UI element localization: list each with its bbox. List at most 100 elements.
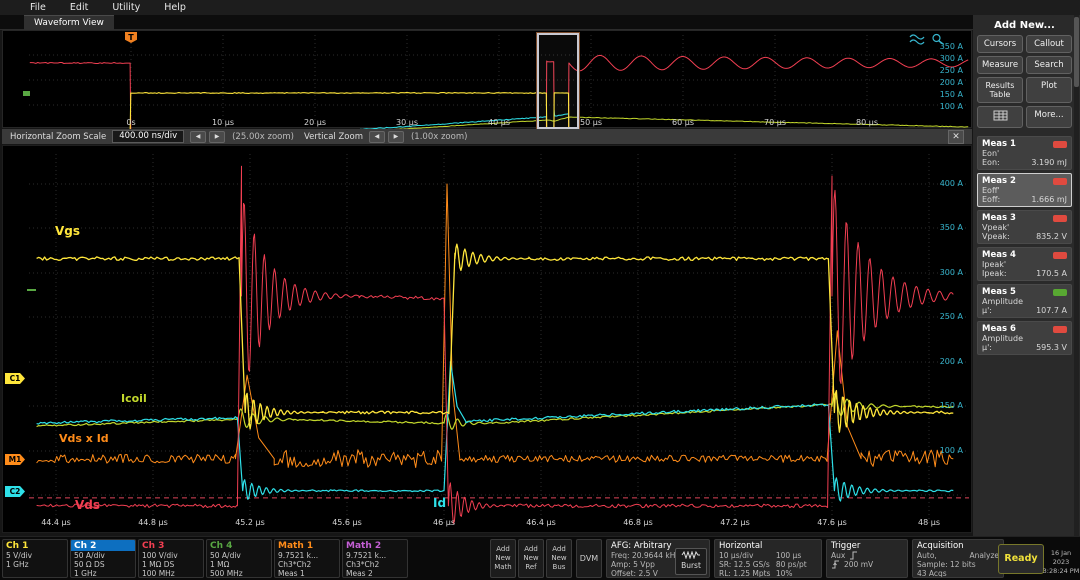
ch4-ground-marker xyxy=(27,289,36,291)
ready-status-button[interactable]: Ready xyxy=(998,544,1044,574)
add-new-ref-button[interactable]: AddNewRef xyxy=(518,539,544,578)
rising-edge-icon xyxy=(831,560,840,569)
ch1-bandwidth: 1 GHz xyxy=(3,560,67,569)
menu-edit[interactable]: Edit xyxy=(70,2,88,13)
mask-tool-button[interactable] xyxy=(977,106,1023,128)
results-table-button[interactable]: Results Table xyxy=(977,77,1023,103)
ch1-scale: 5 V/div xyxy=(3,551,67,560)
tick-label: 200 A xyxy=(919,78,963,87)
ch4-bandwidth: 500 MHz xyxy=(207,569,271,578)
ch1-ground-marker[interactable]: C1 xyxy=(5,373,25,384)
ch3-scale: 100 V/div xyxy=(139,551,203,560)
meas2-name: Eoff: xyxy=(982,195,1000,204)
tick-label: 350 A xyxy=(919,42,963,51)
search-button[interactable]: Search xyxy=(1026,56,1072,74)
measurement-list: Meas 1 Eon' Eon:3.190 mJ Meas 2 Eoff' Eo… xyxy=(977,136,1072,355)
tick-label: 200 A xyxy=(919,357,963,366)
sidebar-scrollbar[interactable] xyxy=(1074,15,1079,536)
channel-badge-ch1[interactable]: Ch 1 5 V/div 1 GHz xyxy=(2,539,68,578)
meas3-line1: Vpeak' xyxy=(982,223,1067,232)
h-resolution: 80 ps/pt xyxy=(776,560,817,569)
ch2-termination: 50 Ω DS xyxy=(71,560,135,569)
meas3-value: 835.2 V xyxy=(1036,232,1067,241)
meas3-label: Meas 3 xyxy=(982,213,1016,223)
meas2-label: Meas 2 xyxy=(982,176,1016,186)
ch1-label: Ch 1 xyxy=(3,540,67,551)
tick-label: 70 µs xyxy=(764,118,786,127)
meas4-name: Ipeak: xyxy=(982,269,1007,278)
more-button[interactable]: More... xyxy=(1026,106,1072,128)
zoom-scale-title: Horizontal Zoom Scale xyxy=(10,132,106,142)
afg-panel[interactable]: AFG: Arbitrary Freq: 20.9644 kHz Amp: 5 … xyxy=(606,539,710,578)
acquisition-mode: Auto, xyxy=(917,551,937,560)
trigger-panel[interactable]: Trigger Aux 200 mV xyxy=(826,539,908,578)
trace-label-id: Id xyxy=(433,496,446,510)
meas3-name: Vpeak: xyxy=(982,232,1010,241)
tick-label: 100 A xyxy=(919,102,963,111)
ch2-bandwidth: 1 GHz xyxy=(71,569,135,578)
menu-utility[interactable]: Utility xyxy=(112,2,140,13)
channel-badge-ch4[interactable]: Ch 4 50 A/div 1 MΩ 500 MHz xyxy=(206,539,272,578)
tick-label: 300 A xyxy=(919,54,963,63)
main-zoom-plot[interactable]: Vgs Icoil Vds x Id Vds Id C1 M1 C2 44.4 … xyxy=(2,145,972,533)
channel-badge-ch2[interactable]: Ch 2 50 A/div 50 Ω DS 1 GHz xyxy=(70,539,136,578)
callout-button[interactable]: Callout xyxy=(1026,35,1072,53)
ch2-ground-marker[interactable]: C2 xyxy=(5,486,25,497)
meas5-source-chip xyxy=(1053,289,1067,296)
math1-ground-marker[interactable]: M1 xyxy=(5,454,25,465)
trigger-source: Aux xyxy=(831,551,845,560)
vzoom-increase-button[interactable]: ▶ xyxy=(388,131,404,143)
add-new-math-button[interactable]: AddNewMath xyxy=(490,539,516,578)
add-new-button-grid: Cursors Callout Measure Search Results T… xyxy=(977,35,1072,128)
overview-plot[interactable]: T 0s10 µs20 µs30 µs40 µs50 µs60 µs70 µs8… xyxy=(2,30,972,128)
tick-label: 80 µs xyxy=(856,118,878,127)
menu-help[interactable]: Help xyxy=(164,2,186,13)
vzoom-decrease-button[interactable]: ◀ xyxy=(369,131,385,143)
measurement-badge-meas5[interactable]: Meas 5 Amplitude µ':107.7 A xyxy=(977,284,1072,318)
ch4-termination: 1 MΩ xyxy=(207,560,271,569)
dvm-button[interactable]: DVM xyxy=(576,539,602,578)
tab-strip: Waveform View xyxy=(0,15,973,30)
meas6-value: 595.3 V xyxy=(1036,343,1067,352)
tick-label: 30 µs xyxy=(396,118,418,127)
tick-label: 60 µs xyxy=(672,118,694,127)
meas5-label: Meas 5 xyxy=(982,287,1016,297)
measurement-badge-meas1[interactable]: Meas 1 Eon' Eon:3.190 mJ xyxy=(977,136,1072,170)
burst-button[interactable]: Burst xyxy=(675,548,707,575)
hzoom-scale-value[interactable]: 400.00 ns/div xyxy=(112,130,184,143)
math-badge-math2[interactable]: Math 2 9.7521 k... Ch3*Ch2 Meas 2 xyxy=(342,539,408,578)
measurement-badge-meas6[interactable]: Meas 6 Amplitude µ':595.3 V xyxy=(977,321,1072,355)
add-new-bus-button[interactable]: AddNewBus xyxy=(546,539,572,578)
hzoom-decrease-button[interactable]: ◀ xyxy=(190,131,206,143)
math1-scale: 9.7521 k... xyxy=(275,551,339,560)
math-badge-math1[interactable]: Math 1 9.7521 k... Ch3*Ch2 Meas 1 xyxy=(274,539,340,578)
close-icon[interactable]: ✕ xyxy=(948,130,964,144)
scrollbar-thumb[interactable] xyxy=(1074,17,1079,87)
meas6-line1: Amplitude xyxy=(982,334,1067,343)
zoom-selection-box[interactable] xyxy=(537,33,579,129)
measure-button[interactable]: Measure xyxy=(977,56,1023,74)
tab-waveform-view[interactable]: Waveform View xyxy=(24,15,114,30)
tick-label: 250 A xyxy=(919,312,963,321)
measurement-badge-meas4[interactable]: Meas 4 Ipeak' Ipeak:170.5 A xyxy=(977,247,1072,281)
acquisition-panel[interactable]: Acquisition Auto, Analyze Sample: 12 bit… xyxy=(912,539,1004,578)
math2-expression: Ch3*Ch2 xyxy=(343,560,407,569)
cursors-button[interactable]: Cursors xyxy=(977,35,1023,53)
measurement-badge-meas3[interactable]: Meas 3 Vpeak' Vpeak: 835.2 V xyxy=(977,210,1072,244)
table-grid-icon xyxy=(993,110,1008,121)
channel-badge-ch3[interactable]: Ch 3 100 V/div 1 MΩ DS 100 MHz xyxy=(138,539,204,578)
tick-label: 350 A xyxy=(919,223,963,232)
plot-button[interactable]: Plot xyxy=(1026,77,1072,103)
measurement-badge-meas2[interactable]: Meas 2 Eoff' Eoff:1.666 mJ xyxy=(977,173,1072,207)
ch3-label: Ch 3 xyxy=(139,540,203,551)
hzoom-increase-button[interactable]: ▶ xyxy=(209,131,225,143)
h-record-length: RL: 1.25 Mpts xyxy=(719,569,776,578)
trace-label-vds: Vds xyxy=(75,498,100,512)
menu-file[interactable]: File xyxy=(30,2,46,13)
trace-label-vdsid: Vds x Id xyxy=(59,432,109,445)
burst-waveform-icon xyxy=(681,551,701,559)
ch2-scale: 50 A/div xyxy=(71,551,135,560)
horizontal-panel[interactable]: Horizontal 10 µs/div100 µs SR: 12.5 GS/s… xyxy=(714,539,822,578)
main-waveform-svg xyxy=(29,146,973,534)
math1-meas: Meas 1 xyxy=(275,569,339,578)
